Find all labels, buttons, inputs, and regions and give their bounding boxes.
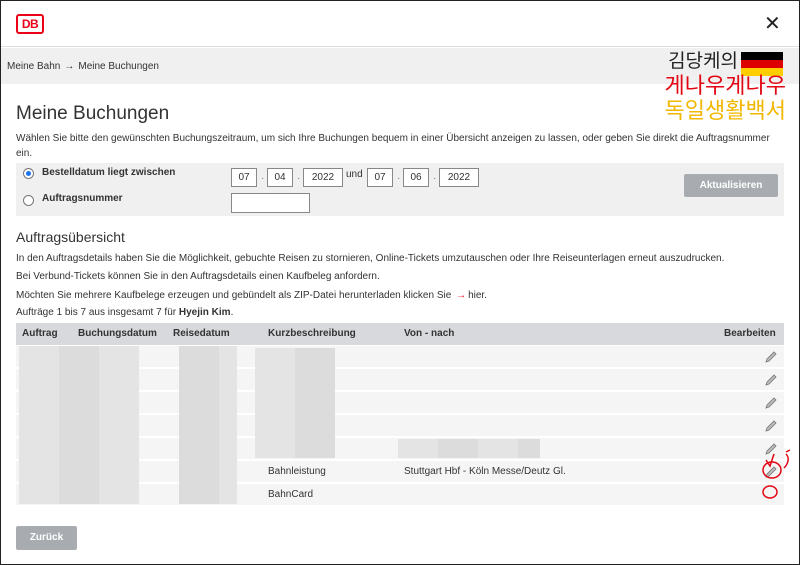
- redacted-travel-dates: [179, 346, 219, 504]
- row-kurzbeschreibung: Bahnleistung: [268, 466, 326, 477]
- redacted-area: [59, 346, 99, 504]
- column-header-auftrag: Auftrag: [22, 328, 58, 339]
- redacted-order-numbers: [19, 346, 59, 504]
- to-year-input[interactable]: 2022: [439, 168, 479, 187]
- and-label: und: [346, 169, 363, 180]
- breadcrumb-item-meine-buchungen: Meine Buchungen: [78, 61, 159, 72]
- date-separator: ·: [261, 173, 265, 184]
- overview-text-2: Bei Verbund-Tickets können Sie in den Au…: [16, 271, 380, 282]
- zip-download-link[interactable]: hier.: [468, 290, 487, 301]
- pencil-icon[interactable]: [764, 350, 778, 364]
- top-bar: DB ✕: [1, 1, 799, 47]
- to-day-input[interactable]: 07: [367, 168, 393, 187]
- german-flag-icon: [741, 52, 783, 76]
- radio-bestelldatum[interactable]: [23, 168, 34, 179]
- db-logo[interactable]: DB: [16, 14, 44, 34]
- radio-auftragsnummer-label[interactable]: Auftragsnummer: [42, 193, 123, 204]
- order-number-input[interactable]: [231, 193, 310, 213]
- from-year-input[interactable]: 2022: [303, 168, 343, 187]
- update-button[interactable]: Aktualisieren: [684, 174, 778, 197]
- date-separator: ·: [397, 173, 401, 184]
- arrow-right-icon: →: [456, 290, 467, 301]
- order-count-text: Aufträge 1 bis 7 aus insgesamt 7 für Hye…: [16, 307, 234, 318]
- column-header-reisedatum: Reisedatum: [173, 328, 230, 339]
- page-title: Meine Buchungen: [16, 103, 170, 124]
- date-separator: ·: [433, 173, 437, 184]
- from-month-input[interactable]: 04: [267, 168, 293, 187]
- pencil-icon[interactable]: [764, 373, 778, 387]
- row-kurzbeschreibung: BahnCard: [268, 489, 314, 500]
- redacted-area: [219, 346, 237, 504]
- redacted-area: [478, 439, 518, 458]
- date-separator: ·: [297, 173, 301, 184]
- column-header-buchungsdatum: Buchungsdatum: [78, 328, 157, 339]
- overview-title: Auftragsübersicht: [16, 229, 125, 245]
- to-month-input[interactable]: 06: [403, 168, 429, 187]
- watermark-line-1: 김당케의: [668, 50, 738, 72]
- redacted-booking-dates: [99, 346, 139, 504]
- pencil-icon[interactable]: [764, 419, 778, 433]
- overview-text-1: In den Auftragsdetails haben Sie die Mög…: [16, 253, 725, 264]
- redacted-area: [438, 439, 478, 458]
- breadcrumb: Meine Bahn → Meine Buchungen: [7, 61, 159, 72]
- radio-auftragsnummer[interactable]: [23, 195, 34, 206]
- from-day-input[interactable]: 07: [231, 168, 257, 187]
- column-header-von-nach: Von - nach: [404, 328, 455, 339]
- redacted-descriptions: [255, 348, 295, 458]
- redacted-route: [398, 439, 438, 458]
- pencil-icon[interactable]: [764, 396, 778, 410]
- table-header: Auftrag Buchungsdatum Reisedatum Kurzbes…: [16, 323, 784, 345]
- intro-text: Wählen Sie bitte den gewünschten Buchung…: [16, 133, 770, 159]
- watermark-line-3: 독일생활백서: [664, 99, 786, 124]
- annotation-circle-icon: [762, 449, 791, 499]
- orders-table: Auftrag Buchungsdatum Reisedatum Kurzbes…: [16, 323, 784, 506]
- zip-hint-text: Möchten Sie mehrere Kaufbelege erzeugen …: [16, 290, 452, 301]
- redacted-area: [518, 439, 540, 458]
- overview-text-3: Möchten Sie mehrere Kaufbelege erzeugen …: [16, 290, 487, 301]
- back-button[interactable]: Zurück: [16, 526, 77, 550]
- watermark-line-2: 게나우게나우: [664, 74, 786, 99]
- breadcrumb-item-meine-bahn[interactable]: Meine Bahn: [7, 61, 60, 72]
- customer-name: Hyejin Kim: [178, 307, 231, 318]
- redacted-area: [295, 348, 335, 458]
- breadcrumb-arrow-icon: →: [64, 61, 75, 72]
- column-header-bearbeiten: Bearbeiten: [724, 328, 776, 339]
- row-von-nach: Stuttgart Hbf - Köln Messe/Deutz Gl.: [404, 466, 566, 477]
- column-header-kurzbeschreibung: Kurzbeschreibung: [268, 328, 356, 339]
- close-icon[interactable]: ✕: [764, 12, 781, 36]
- radio-bestelldatum-label[interactable]: Bestelldatum liegt zwischen: [42, 167, 175, 178]
